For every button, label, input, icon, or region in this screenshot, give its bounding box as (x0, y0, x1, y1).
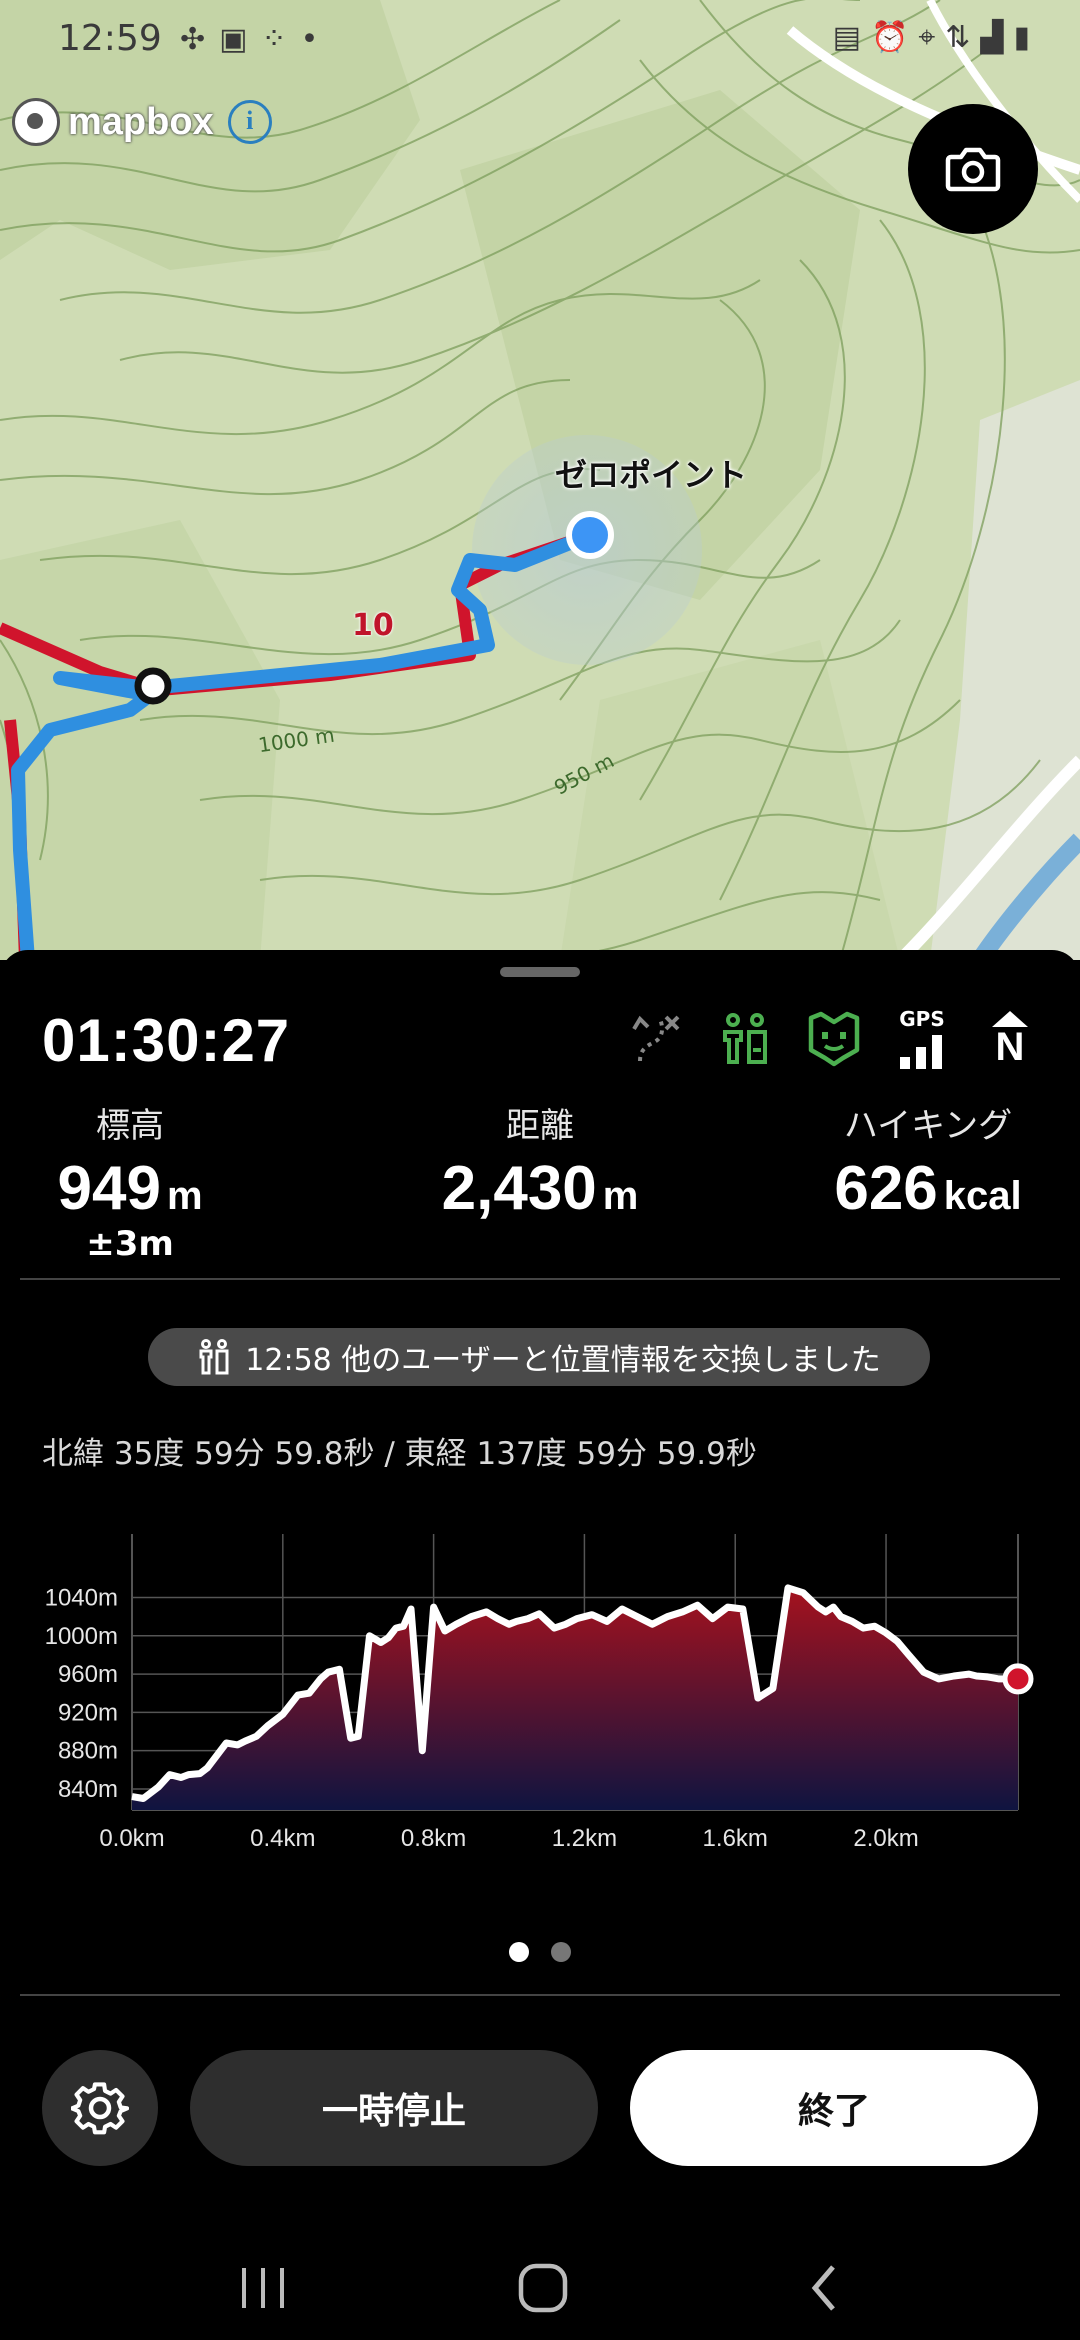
recent-apps-icon (242, 2268, 284, 2308)
x-tick-label: 0.4km (250, 1825, 315, 1852)
y-tick-label: 960m (58, 1661, 118, 1688)
y-tick-label: 920m (58, 1699, 118, 1726)
location-icon: ⌖ (918, 20, 946, 55)
camera-icon (945, 147, 1001, 192)
route-off-icon[interactable] (628, 1008, 688, 1070)
gps-signal-icon[interactable]: GPS (892, 1008, 952, 1070)
north-up-icon[interactable]: N (980, 1008, 1040, 1070)
north-label: N (995, 1025, 1025, 1069)
page-indicator (0, 1942, 1080, 1966)
current-position-marker (1002, 1663, 1034, 1695)
calories-label: ハイキング (843, 1106, 1013, 1146)
x-tick-label: 2.0km (853, 1825, 918, 1852)
tracking-panel: 01:30:27 GPS N 標高 949 m ±3m 距離 2,430 m ハ… (0, 950, 1080, 2340)
settings-button[interactable] (42, 2050, 158, 2166)
y-tick-label: 880m (58, 1738, 118, 1765)
dot-icon: • (300, 22, 333, 57)
drag-handle[interactable] (500, 967, 580, 977)
status-time: 12:59 (58, 18, 162, 59)
altitude-accuracy: ±3m (86, 1224, 174, 1264)
x-tick-label: 0.0km (99, 1825, 164, 1852)
other-users-icon (197, 1339, 231, 1375)
tracking-status-icons: GPS N (628, 1008, 1040, 1070)
nfc-icon: ▤ (832, 20, 872, 55)
fan-icon: ✣ (180, 22, 220, 57)
status-left-icons: ✣▣⁘• (180, 22, 332, 57)
divider-top (20, 1278, 1060, 1280)
end-button[interactable]: 終了 (630, 2050, 1038, 2166)
elevation-chart: 840m 880m 920m 960m 1000m 1040m 0.0km 0.4km 0.8… (45, 1534, 1034, 1852)
distance-label: 距離 (506, 1106, 574, 1146)
signal-icon: ▟ (980, 20, 1014, 55)
location-exchange-toast: 12:58 他のユーザーと位置情報を交換しました (148, 1328, 930, 1386)
map-view[interactable]: 12:59 ✣▣⁘• ▤⏰⌖⇅▟▮ mapbox i ゼロポイント 10 100… (0, 0, 1080, 960)
gear-icon (71, 2082, 129, 2135)
altitude-label: 標高 (96, 1106, 164, 1146)
toast-text: 12:58 他のユーザーと位置情報を交換しました (245, 1343, 881, 1378)
x-tick-label: 1.6km (703, 1825, 768, 1852)
altitude-unit: m (166, 1174, 203, 1218)
back-button[interactable] (790, 2258, 860, 2318)
battery-icon: ▮ (1013, 20, 1040, 55)
system-nav-bar (0, 2240, 1080, 2340)
divider-bottom (20, 1994, 1060, 1996)
distance-value: 2,430 (441, 1154, 597, 1223)
altitude-value: 949 (57, 1154, 161, 1223)
camera-button[interactable] (908, 104, 1038, 234)
gps-label: GPS (899, 1007, 945, 1031)
y-tick-label: 1040m (45, 1585, 118, 1612)
mapbox-attribution: mapbox i (12, 96, 272, 148)
page-dot-1[interactable] (509, 1942, 529, 1962)
status-right-icons: ▤⏰⌖⇅▟▮ (833, 20, 1040, 55)
mapbox-logo-icon (12, 98, 60, 146)
alarm-icon: ⏰ (871, 20, 919, 55)
route-number: 10 (352, 608, 394, 643)
calories-unit: kcal (943, 1174, 1022, 1218)
calories-stat: ハイキング 626 kcal (800, 1098, 1056, 1224)
x-tick-label: 1.2km (552, 1825, 617, 1852)
image-icon: ▣ (219, 22, 262, 57)
mapbox-wordmark: mapbox (68, 100, 214, 143)
coordinates-text: 北緯 35度 59分 59.8秒 / 東経 137度 59分 59.9秒 (42, 1436, 757, 1472)
status-bar: 12:59 ✣▣⁘• ▤⏰⌖⇅▟▮ (0, 0, 1080, 80)
page-dot-2[interactable] (551, 1942, 571, 1962)
grid-icon: ⁘ (261, 22, 301, 57)
point-label: ゼロポイント (555, 456, 748, 494)
home-icon (518, 2263, 568, 2313)
elapsed-timer: 01:30:27 (42, 1007, 291, 1074)
other-users-icon[interactable] (716, 1008, 776, 1070)
companion-icon[interactable] (804, 1008, 864, 1070)
pause-button[interactable]: 一時停止 (190, 2050, 598, 2166)
4g-icon: ⇅ (945, 20, 981, 55)
x-tick-label: 0.8km (401, 1825, 466, 1852)
y-tick-label: 1000m (45, 1623, 118, 1650)
distance-unit: m (602, 1174, 639, 1218)
y-tick-label: 840m (58, 1776, 118, 1803)
distance-stat: 距離 2,430 m (390, 1098, 690, 1224)
home-button[interactable] (508, 2258, 578, 2318)
altitude-stat: 標高 949 m ±3m (40, 1098, 220, 1264)
info-icon[interactable]: i (227, 100, 272, 144)
back-icon (811, 2265, 835, 2311)
recent-apps-button[interactable] (228, 2258, 298, 2318)
calories-value: 626 (834, 1154, 938, 1223)
